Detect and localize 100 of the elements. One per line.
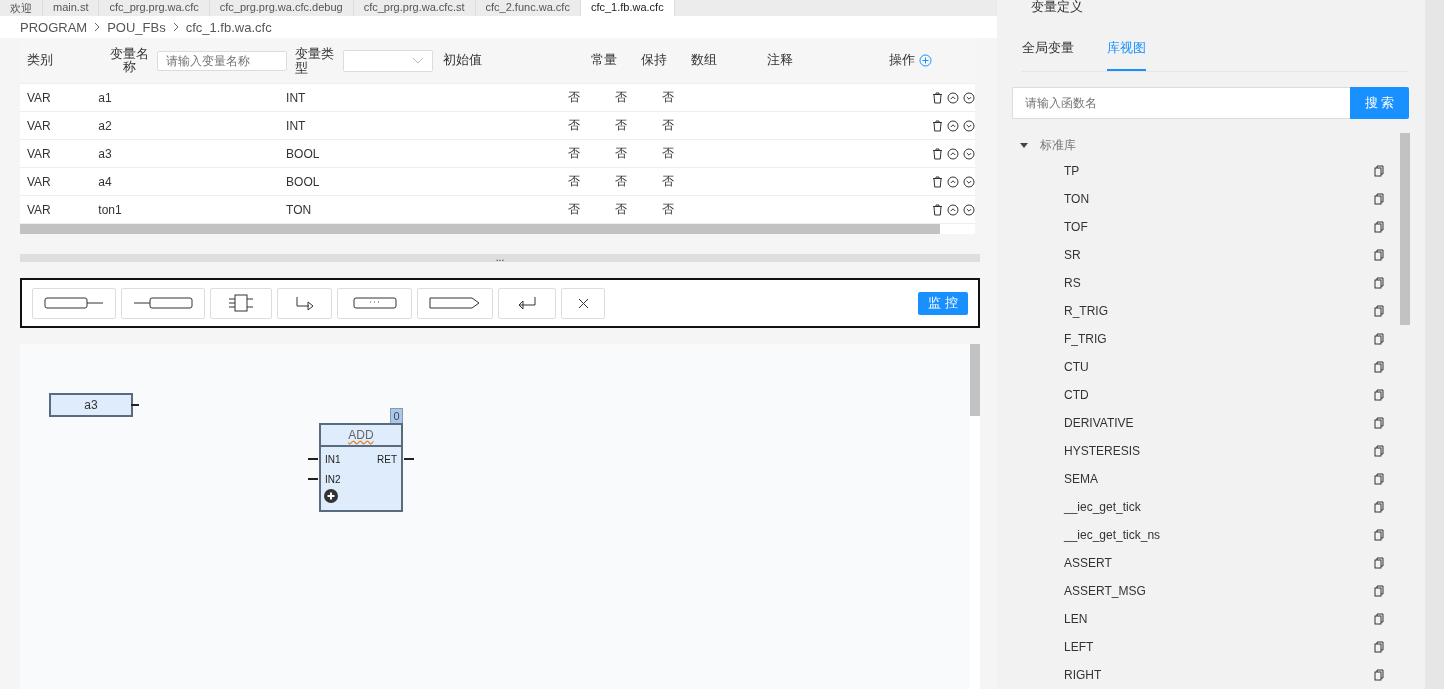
library-function[interactable]: F_TRIG <box>1064 332 1374 346</box>
copy-icon[interactable] <box>1374 333 1384 345</box>
output-tool-button[interactable] <box>121 287 205 319</box>
copy-icon[interactable] <box>1374 193 1384 205</box>
connector-pin <box>131 404 139 406</box>
function-block[interactable]: ADD IN1 RET IN2 <box>319 423 403 512</box>
library-function[interactable]: RS <box>1064 276 1374 290</box>
jump-tool-button[interactable] <box>277 287 332 319</box>
copy-icon[interactable] <box>1374 529 1384 541</box>
move-down-icon[interactable] <box>963 147 975 160</box>
table-cell-text: 否 <box>614 173 628 190</box>
table-cell-text: a3 <box>98 146 113 161</box>
library-function[interactable]: LEFT <box>1064 640 1374 654</box>
library-function[interactable]: DERIVATIVE <box>1064 416 1374 430</box>
input-pin-label: IN1 <box>325 453 341 465</box>
copy-icon[interactable] <box>1374 221 1384 233</box>
copy-icon[interactable] <box>1374 613 1384 625</box>
copy-icon[interactable] <box>1374 501 1384 513</box>
label-tool-button[interactable] <box>417 287 493 319</box>
input-block[interactable]: a3 <box>49 393 133 417</box>
library-function[interactable]: LEN <box>1064 612 1374 626</box>
copy-icon[interactable] <box>1374 641 1384 653</box>
library-function[interactable]: TON <box>1064 192 1374 206</box>
box-tool-button[interactable] <box>210 287 272 319</box>
return-tool-button[interactable] <box>498 287 556 319</box>
panel-tab[interactable]: 全局变量 <box>1022 39 1074 71</box>
close-icon <box>577 297 589 309</box>
move-up-icon[interactable] <box>947 203 959 216</box>
move-up-icon[interactable] <box>947 147 959 160</box>
table-cell-text: 否 <box>614 89 628 106</box>
library-function[interactable]: ASSERT <box>1064 556 1374 570</box>
comment-block-icon <box>352 297 397 309</box>
copy-icon[interactable] <box>1374 445 1384 457</box>
scrollbar-thumb[interactable] <box>20 224 940 234</box>
input-block-icon <box>44 296 104 310</box>
library-function[interactable]: __iec_get_tick <box>1064 500 1374 514</box>
jump-arrow-icon <box>294 296 315 310</box>
library-function[interactable]: CTU <box>1064 360 1374 374</box>
table-cell-text: VAR <box>27 118 52 133</box>
editor-tab[interactable]: cfc_1.fb.wa.cfc <box>580 0 675 16</box>
move-up-icon[interactable] <box>947 91 959 104</box>
copy-icon[interactable] <box>1374 669 1384 681</box>
move-up-icon[interactable] <box>947 119 959 132</box>
expand-caret-icon[interactable] <box>1020 141 1028 149</box>
table-cell-text: 否 <box>567 201 581 218</box>
table-cell-text: 否 <box>614 145 628 162</box>
table-cell-text: 否 <box>614 201 628 218</box>
library-function[interactable]: ASSERT_MSG <box>1064 584 1374 598</box>
function-box-icon <box>228 294 254 312</box>
copy-icon[interactable] <box>1374 361 1384 373</box>
library-function[interactable]: SEMA <box>1064 472 1374 486</box>
add-input-icon[interactable] <box>324 489 338 503</box>
trash-icon[interactable] <box>932 175 943 188</box>
copy-icon[interactable] <box>1374 305 1384 317</box>
trash-icon[interactable] <box>932 203 943 216</box>
trash-icon[interactable] <box>932 119 943 132</box>
connector-pin <box>404 458 414 460</box>
library-function[interactable]: __iec_get_tick_ns <box>1064 528 1374 542</box>
library-function[interactable]: RIGHT <box>1064 668 1374 682</box>
copy-icon[interactable] <box>1374 557 1384 569</box>
breadcrumb-item[interactable]: PROGRAM <box>20 19 88 35</box>
copy-icon[interactable] <box>1374 277 1384 289</box>
tree-folder[interactable]: 标准库 <box>1040 136 1076 154</box>
chevron-icon <box>171 22 180 32</box>
scrollbar-thumb[interactable] <box>1400 133 1410 325</box>
library-function[interactable]: CTD <box>1064 388 1374 402</box>
move-down-icon[interactable] <box>963 175 975 188</box>
scrollbar-thumb[interactable] <box>970 344 980 416</box>
table-cell-text: a2 <box>98 118 113 133</box>
library-function[interactable]: SR <box>1064 248 1374 262</box>
add-icon[interactable] <box>919 54 932 67</box>
splitter-bar[interactable]: ... <box>20 254 980 262</box>
comment-tool-button[interactable] <box>337 287 412 319</box>
copy-icon[interactable] <box>1374 165 1384 177</box>
table-cell-text: 否 <box>661 173 675 190</box>
breadcrumb-item[interactable]: cfc_1.fb.wa.cfc <box>185 19 272 35</box>
library-function[interactable]: R_TRIG <box>1064 304 1374 318</box>
library-function[interactable]: TP <box>1064 164 1374 178</box>
trash-icon[interactable] <box>932 91 943 104</box>
copy-icon[interactable] <box>1374 389 1384 401</box>
move-down-icon[interactable] <box>963 91 975 104</box>
table-cell-text: INT <box>286 118 307 133</box>
move-down-icon[interactable] <box>963 119 975 132</box>
search-field[interactable]: 请输入函数名 <box>1012 87 1350 119</box>
breadcrumb-item[interactable]: POU_FBs <box>107 19 166 35</box>
move-up-icon[interactable] <box>947 175 959 188</box>
library-function[interactable]: HYSTERESIS <box>1064 444 1374 458</box>
table-cell-text: TON <box>286 202 313 217</box>
splitter-handle[interactable]: ... <box>495 255 505 261</box>
table-cell-text: ton1 <box>98 202 123 217</box>
copy-icon[interactable] <box>1374 249 1384 261</box>
trash-icon[interactable] <box>932 147 943 160</box>
copy-icon[interactable] <box>1374 417 1384 429</box>
move-down-icon[interactable] <box>963 203 975 216</box>
name-filter-field[interactable]: 请输入变量名称 <box>157 50 287 71</box>
table-cell-text: 否 <box>567 89 581 106</box>
input-tool-button[interactable] <box>32 287 116 319</box>
library-function[interactable]: TOF <box>1064 220 1374 234</box>
copy-icon[interactable] <box>1374 585 1384 597</box>
copy-icon[interactable] <box>1374 473 1384 485</box>
